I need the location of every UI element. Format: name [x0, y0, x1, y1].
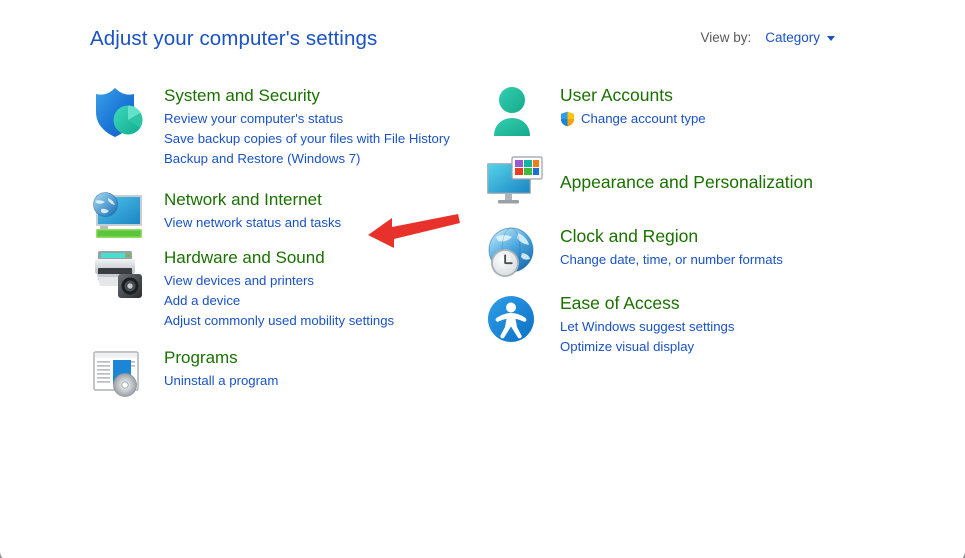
view-by-dropdown[interactable]: Category	[765, 30, 835, 45]
globe-clock-icon	[484, 225, 546, 283]
accessibility-person-icon	[484, 292, 546, 350]
link-backup-and-restore[interactable]: Backup and Restore (Windows 7)	[164, 149, 468, 169]
category-title[interactable]: User Accounts	[560, 84, 673, 107]
network-monitor-globe-icon	[88, 188, 150, 246]
link-save-backup-file-history[interactable]: Save backup copies of your files with Fi…	[164, 129, 468, 149]
programs-window-disc-icon	[88, 346, 150, 404]
link-uninstall-a-program[interactable]: Uninstall a program	[164, 371, 468, 391]
page-title: Adjust your computer's settings	[90, 27, 377, 51]
category-column-left: System and Security Review your computer…	[88, 84, 468, 391]
link-add-a-device[interactable]: Add a device	[164, 291, 468, 311]
category-title[interactable]: Appearance and Personalization	[560, 171, 813, 194]
category-user-accounts[interactable]: User Accounts Change account type	[484, 84, 884, 129]
chevron-down-icon	[827, 36, 835, 41]
link-change-account-type[interactable]: Change account type	[560, 109, 884, 129]
category-clock-and-region[interactable]: Clock and Region Change date, time, or n…	[484, 225, 884, 270]
category-body: Hardware and Sound View devices and prin…	[164, 246, 468, 331]
category-title[interactable]: Ease of Access	[560, 292, 680, 315]
link-view-network-status[interactable]: View network status and tasks	[164, 213, 468, 233]
view-by-label: View by:	[700, 30, 751, 45]
category-title[interactable]: Network and Internet	[164, 188, 322, 211]
user-person-icon	[484, 84, 546, 142]
control-panel-page: Adjust your computer's settings View by:…	[0, 0, 965, 558]
link-label: Change account type	[581, 111, 706, 126]
category-programs[interactable]: Programs Uninstall a program	[88, 346, 468, 391]
link-adjust-mobility-settings[interactable]: Adjust commonly used mobility settings	[164, 311, 468, 331]
view-by-control: View by: Category	[700, 30, 835, 45]
link-view-devices-and-printers[interactable]: View devices and printers	[164, 271, 468, 291]
link-review-status[interactable]: Review your computer's status	[164, 109, 468, 129]
link-change-date-time-formats[interactable]: Change date, time, or number formats	[560, 250, 884, 270]
category-column-right: User Accounts Change account type	[484, 84, 884, 363]
category-body: System and Security Review your computer…	[164, 84, 468, 169]
category-body: User Accounts Change account type	[560, 84, 884, 129]
category-body: Clock and Region Change date, time, or n…	[560, 225, 884, 270]
category-network-and-internet[interactable]: Network and Internet View network status…	[88, 188, 468, 233]
category-system-and-security[interactable]: System and Security Review your computer…	[88, 84, 468, 169]
printer-speaker-icon	[88, 246, 150, 304]
uac-shield-icon	[560, 111, 575, 127]
window-corner-bottom-right	[955, 548, 965, 558]
category-appearance-and-personalization[interactable]: Appearance and Personalization	[484, 155, 884, 196]
category-body: Programs Uninstall a program	[164, 346, 468, 391]
view-by-value-label: Category	[765, 30, 820, 45]
shield-pie-icon	[88, 84, 150, 142]
category-body: Network and Internet View network status…	[164, 188, 468, 233]
monitor-color-swatches-icon	[484, 155, 546, 213]
link-optimize-visual-display[interactable]: Optimize visual display	[560, 337, 884, 357]
category-body: Ease of Access Let Windows suggest setti…	[560, 292, 884, 357]
category-hardware-and-sound[interactable]: Hardware and Sound View devices and prin…	[88, 246, 468, 331]
window-corner-bottom-left	[0, 548, 10, 558]
category-title[interactable]: System and Security	[164, 84, 320, 107]
category-ease-of-access[interactable]: Ease of Access Let Windows suggest setti…	[484, 292, 884, 357]
link-let-windows-suggest-settings[interactable]: Let Windows suggest settings	[560, 317, 884, 337]
category-title[interactable]: Hardware and Sound	[164, 246, 325, 269]
category-title[interactable]: Programs	[164, 346, 238, 369]
category-body: Appearance and Personalization	[560, 155, 884, 196]
category-title[interactable]: Clock and Region	[560, 225, 698, 248]
